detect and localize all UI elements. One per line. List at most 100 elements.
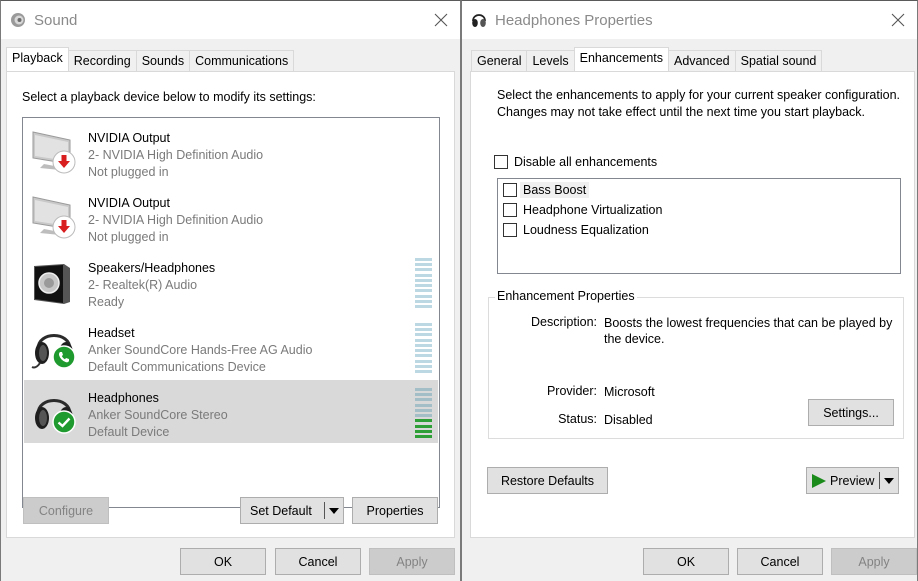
- sound-tabs: Playback Recording Sounds Communications: [6, 47, 295, 71]
- meter-segment: [415, 388, 432, 391]
- tab-communications[interactable]: Communications: [189, 50, 295, 71]
- enhancement-label: Loudness Equalization: [523, 223, 649, 237]
- device-item-selected[interactable]: Headphones Anker SoundCore Stereo Defaul…: [24, 380, 438, 443]
- meter-segment: [415, 333, 432, 337]
- meter-segment: [415, 354, 432, 358]
- close-button[interactable]: [430, 9, 452, 31]
- enhancements-panel: Select the enhancements to apply for you…: [470, 71, 915, 538]
- meter-segment: [415, 398, 432, 402]
- meter-segment: [415, 258, 432, 261]
- meter-segment: [415, 359, 432, 363]
- meter-segment: [415, 414, 432, 418]
- settings-button[interactable]: Settings...: [808, 399, 894, 426]
- playback-panel: Select a playback device below to modify…: [6, 71, 455, 538]
- device-driver: 2- NVIDIA High Definition Audio: [88, 148, 264, 162]
- device-item[interactable]: Headset Anker SoundCore Hands-Free AG Au…: [24, 315, 438, 378]
- device-status: Not plugged in: [88, 165, 169, 179]
- device-driver: 2- Realtek(R) Audio: [88, 278, 198, 292]
- meter-segment: [415, 369, 432, 373]
- cancel-button[interactable]: Cancel: [737, 548, 823, 575]
- tab-playback[interactable]: Playback: [6, 47, 69, 71]
- tab-sounds[interactable]: Sounds: [135, 50, 191, 71]
- close-icon: [434, 13, 448, 27]
- volume-meter: [415, 258, 432, 308]
- volume-meter: [415, 388, 432, 438]
- tab-general[interactable]: General: [471, 50, 528, 71]
- apply-button[interactable]: Apply: [369, 548, 455, 575]
- meter-segment: [415, 364, 432, 368]
- set-default-label: Set Default: [250, 503, 312, 518]
- enhancement-properties-group: Enhancement Properties Description: Boos…: [488, 289, 904, 439]
- status-value: Disabled: [604, 413, 653, 427]
- sound-window: Sound Playback Recording Sounds Communic…: [0, 0, 461, 581]
- tab-enhancements[interactable]: Enhancements: [573, 47, 670, 71]
- device-list[interactable]: NVIDIA Output 2- NVIDIA High Definition …: [22, 117, 440, 508]
- chevron-down-icon[interactable]: [325, 498, 343, 523]
- playback-instructions: Select a playback device below to modify…: [22, 90, 316, 104]
- enhancement-checkbox[interactable]: [503, 223, 517, 237]
- tab-spatial-sound[interactable]: Spatial sound: [734, 50, 823, 71]
- tab-levels[interactable]: Levels: [526, 50, 575, 71]
- unplugged-icon: [52, 215, 76, 239]
- enhancements-instructions: Select the enhancements to apply for you…: [497, 88, 901, 119]
- meter-segment: [415, 268, 432, 272]
- set-default-button[interactable]: Set Default: [240, 497, 344, 524]
- device-name: Speakers/Headphones: [88, 261, 216, 275]
- chevron-down-icon[interactable]: [880, 468, 898, 493]
- device-name: Headset: [88, 326, 135, 340]
- unplugged-icon: [52, 150, 76, 174]
- volume-meter: [415, 323, 432, 373]
- cancel-button[interactable]: Cancel: [275, 548, 361, 575]
- configure-button[interactable]: Configure: [23, 497, 109, 524]
- sound-titlebar: Sound: [1, 1, 460, 39]
- headphones-icon: [470, 11, 488, 29]
- close-button[interactable]: [887, 9, 909, 31]
- enhancement-checkbox[interactable]: [503, 203, 517, 217]
- meter-segment: [415, 278, 432, 282]
- description-label: Description:: [531, 315, 597, 329]
- props-titlebar: Headphones Properties: [462, 1, 917, 39]
- meter-segment: [415, 338, 432, 342]
- disable-all-enhancements-label: Disable all enhancements: [514, 155, 658, 169]
- meter-segment: [415, 408, 432, 412]
- meter-segment: [415, 343, 432, 347]
- preview-button[interactable]: Preview: [806, 467, 899, 494]
- device-item[interactable]: NVIDIA Output 2- NVIDIA High Definition …: [24, 185, 438, 248]
- device-status: Default Communications Device: [88, 360, 266, 374]
- meter-segment: [415, 294, 432, 298]
- device-status: Ready: [88, 295, 125, 309]
- device-item[interactable]: Speakers/Headphones 2- Realtek(R) Audio …: [24, 250, 438, 313]
- speaker-icon: [30, 258, 80, 308]
- status-label: Status:: [558, 412, 597, 426]
- meter-segment: [415, 284, 432, 288]
- enhancement-label: Bass Boost: [520, 182, 590, 198]
- disable-all-enhancements-row: Disable all enhancements: [494, 155, 657, 169]
- meter-segment: [415, 273, 432, 277]
- enhancement-item[interactable]: Loudness Equalization: [503, 222, 652, 238]
- restore-defaults-button[interactable]: Restore Defaults: [487, 467, 608, 494]
- speaker-icon: [9, 11, 27, 29]
- device-name: NVIDIA Output: [88, 131, 170, 145]
- enhancements-list[interactable]: Bass Boost Headphone Virtualization Loud…: [497, 178, 901, 274]
- apply-button[interactable]: Apply: [831, 548, 917, 575]
- meter-segment: [415, 289, 432, 293]
- device-driver: 2- NVIDIA High Definition Audio: [88, 213, 264, 227]
- disable-all-enhancements-checkbox[interactable]: [494, 155, 508, 169]
- close-icon: [891, 13, 905, 27]
- enhancement-item[interactable]: Bass Boost: [503, 182, 590, 198]
- meter-segment: [415, 328, 432, 332]
- enhancement-label: Headphone Virtualization: [523, 203, 663, 217]
- ok-button[interactable]: OK: [180, 548, 266, 575]
- enhancement-item[interactable]: Headphone Virtualization: [503, 202, 665, 218]
- meter-segment: [415, 419, 432, 423]
- device-status: Not plugged in: [88, 230, 169, 244]
- properties-button[interactable]: Properties: [352, 497, 438, 524]
- tab-recording[interactable]: Recording: [67, 50, 137, 71]
- ok-button[interactable]: OK: [643, 548, 729, 575]
- enhancement-checkbox[interactable]: [503, 183, 517, 197]
- meter-segment: [415, 424, 432, 428]
- tab-advanced[interactable]: Advanced: [668, 50, 736, 71]
- device-driver: Anker SoundCore Stereo: [88, 408, 228, 422]
- device-item[interactable]: NVIDIA Output 2- NVIDIA High Definition …: [24, 120, 438, 183]
- preview-label: Preview: [830, 473, 875, 488]
